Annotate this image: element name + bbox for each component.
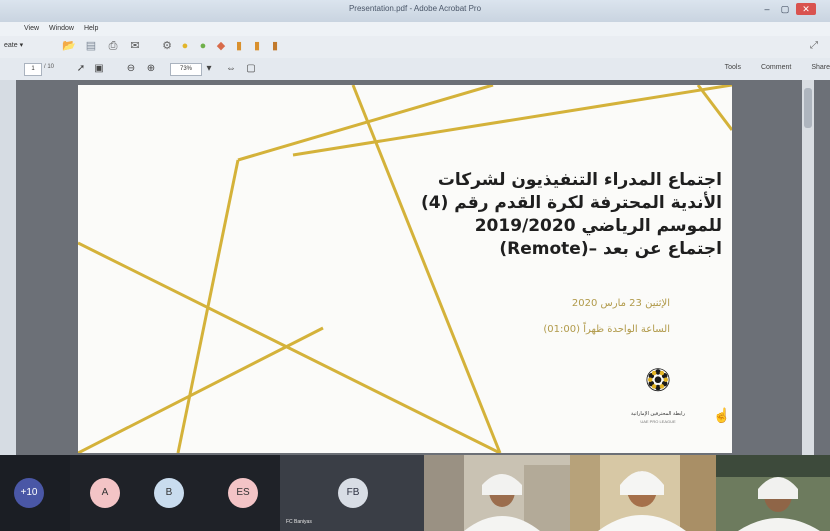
maximize-button[interactable]: ▢: [778, 3, 792, 15]
slide-date: الإثنين 23 مارس 2020: [571, 298, 670, 309]
vertical-scrollbar[interactable]: [802, 80, 814, 455]
comment-icon[interactable]: ●: [178, 40, 192, 53]
fit-page-icon[interactable]: ▢: [244, 62, 258, 75]
highlight-icon[interactable]: ●: [196, 40, 210, 53]
select-tool-icon[interactable]: ➚: [74, 62, 88, 75]
slide-title-line: الأندية المحترفة لكرة القدم رقم (4): [420, 193, 722, 213]
slide-title-line: اجتماع المدراء التنفيذيون لشركات: [437, 170, 722, 190]
window-title: Presentation.pdf - Adobe Acrobat Pro: [348, 4, 482, 13]
panel-links: Tools Comment Share: [725, 64, 830, 71]
participant-tile[interactable]: ES: [210, 455, 280, 531]
stamp-icon[interactable]: ◆: [214, 40, 228, 53]
share-link[interactable]: Share: [811, 64, 830, 71]
slide-title-line: اجتماع عن بعد –(Remote): [499, 239, 722, 259]
print-icon[interactable]: ⎙: [106, 40, 120, 53]
tools-link[interactable]: Tools: [725, 64, 741, 71]
zoom-out-icon[interactable]: ⊖: [124, 62, 138, 75]
participant-video[interactable]: [716, 455, 830, 531]
pdf-page: اجتماع المدراء التنفيذيون لشركات الأندية…: [78, 85, 732, 453]
expand-icon[interactable]: ⤢: [810, 40, 818, 51]
create-button[interactable]: eate ▾: [4, 41, 23, 49]
page-total: / 10: [44, 64, 55, 70]
hand-cursor-icon: ☝: [713, 407, 731, 423]
participant-avatar: FB: [338, 478, 368, 508]
league-logo-icon: [646, 368, 670, 392]
navigation-toolbar: 1 / 10 ➚ ▣ ⊖ ⊕ 73% ▾ ⇔ ▢ Tools Comment S…: [0, 58, 830, 81]
menu-window[interactable]: Window: [49, 22, 74, 36]
participant-avatar: ES: [228, 478, 258, 508]
page-number-input[interactable]: 1: [24, 63, 42, 76]
participant-video[interactable]: [424, 455, 570, 531]
scroll-thumb[interactable]: [804, 88, 812, 128]
menu-help[interactable]: Help: [84, 22, 98, 36]
title-bar: Presentation.pdf - Adobe Acrobat Pro – ▢…: [0, 0, 830, 22]
export-icon[interactable]: ▮: [250, 40, 264, 53]
fit-width-icon[interactable]: ⇔: [224, 62, 238, 75]
combine-icon[interactable]: ▮: [268, 40, 282, 53]
logo-subtext: UAE PRO LEAGUE: [640, 419, 676, 424]
create-pdf-icon[interactable]: 📂: [62, 40, 76, 53]
close-button[interactable]: ✕: [796, 3, 816, 15]
slide-title: اجتماع المدراء التنفيذيون لشركات الأندية…: [382, 169, 722, 261]
logo-text: رابطة المحترفين الإماراتية: [631, 411, 685, 417]
navigation-pane[interactable]: [0, 80, 16, 455]
participant-tile[interactable]: B: [140, 455, 210, 531]
email-icon[interactable]: ✉: [128, 40, 142, 53]
slide-time: الساعة الواحدة ظهراً (01:00): [543, 324, 670, 335]
acrobat-window: Presentation.pdf - Adobe Acrobat Pro – ▢…: [0, 0, 830, 531]
participant-tile[interactable]: A: [70, 455, 140, 531]
more-participants-badge[interactable]: +10: [14, 478, 44, 508]
attach-icon[interactable]: ▮: [232, 40, 246, 53]
zoom-dropdown-icon[interactable]: ▾: [202, 62, 216, 75]
participant-name-label: FC Baniyas: [286, 519, 312, 525]
main-toolbar: eate ▾ 📂 ▤ ⎙ ✉ ⚙ ● ● ◆ ▮ ▮ ▮ ⤢: [0, 36, 830, 59]
slide-title-line: للموسم الرياضي 2019/2020: [474, 216, 722, 236]
menu-view[interactable]: View: [24, 22, 39, 36]
zoom-input[interactable]: 73%: [170, 63, 202, 76]
participant-video[interactable]: [570, 455, 716, 531]
participant-avatar: B: [154, 478, 184, 508]
participant-avatar: A: [90, 478, 120, 508]
minimize-button[interactable]: –: [760, 3, 774, 15]
menu-bar: View Window Help: [0, 22, 830, 36]
snapshot-icon[interactable]: ▣: [92, 62, 106, 75]
window-controls: – ▢ ✕: [760, 3, 816, 15]
comment-link[interactable]: Comment: [761, 64, 791, 71]
save-icon[interactable]: ▤: [84, 40, 98, 53]
zoom-in-icon[interactable]: ⊕: [144, 62, 158, 75]
settings-icon[interactable]: ⚙: [160, 40, 174, 53]
